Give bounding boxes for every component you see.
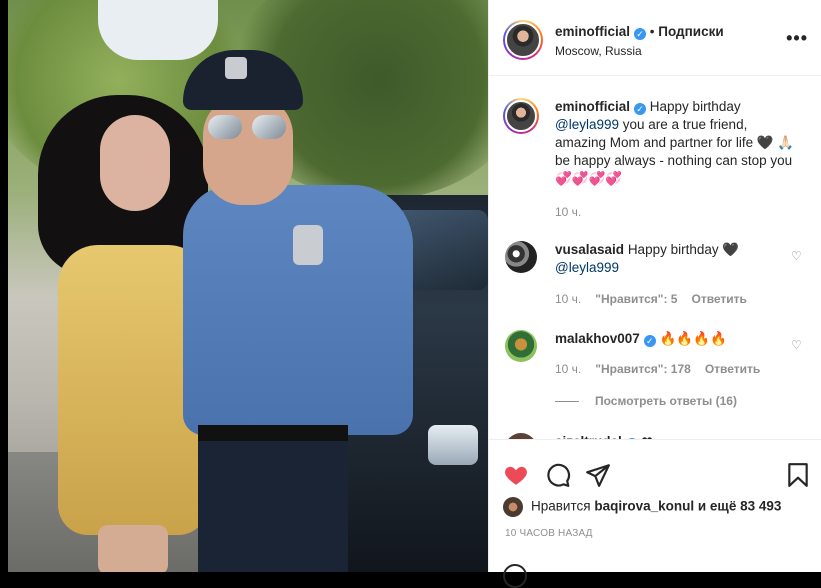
man-badge: [293, 225, 323, 265]
view-replies-button[interactable]: Посмотреть ответы (16): [555, 394, 737, 408]
add-comment-icon[interactable]: [503, 564, 527, 588]
heart-outline-icon[interactable]: ♡: [791, 249, 803, 263]
man-belt: [198, 425, 348, 441]
caption-time: 10 ч.: [555, 205, 582, 219]
caption-mention[interactable]: @leyla999: [555, 117, 619, 132]
follow-button[interactable]: Подписки: [658, 24, 723, 39]
caption-avatar[interactable]: [505, 100, 537, 132]
lens-left: [208, 115, 242, 139]
replies-dash: [555, 401, 579, 403]
post-actions: Нравится baqirova_konul и ещё 83 493 10 …: [489, 439, 821, 588]
comment-body: 🔥🔥🔥🔥: [659, 331, 727, 346]
caption-username[interactable]: eminofficial: [555, 99, 630, 114]
lens-right: [252, 115, 286, 139]
man-cap-badge: [225, 57, 247, 79]
liker-avatar: [503, 497, 523, 517]
heart-filled-icon[interactable]: [503, 462, 529, 488]
woman-legs: [98, 525, 168, 572]
author-avatar-ring[interactable]: [503, 20, 543, 60]
woman-face: [100, 115, 170, 211]
comments-list[interactable]: eminofficial ✓ Happy birthday @leyla999 y…: [489, 76, 821, 439]
share-icon[interactable]: [585, 462, 611, 488]
comment-meta: 10 ч. "Нравится": 178 Ответить: [555, 362, 760, 376]
header-line: eminofficial ✓ • Подписки: [555, 24, 724, 40]
verified-icon: ✓: [634, 103, 647, 115]
comment-avatar[interactable]: [505, 241, 537, 273]
comment-mention[interactable]: @leyla999: [555, 260, 619, 275]
comment-icon[interactable]: [545, 462, 571, 488]
caption-avatar-ring[interactable]: [503, 98, 539, 134]
comment-time: 10 ч.: [555, 292, 582, 306]
reply-button[interactable]: Ответить: [705, 362, 760, 376]
man-face: [203, 95, 293, 205]
caption-text-before: Happy birthday: [649, 99, 741, 114]
comment-body: Happy birthday 🖤: [627, 242, 740, 257]
more-icon[interactable]: •••: [786, 28, 808, 49]
man-pants: [198, 430, 348, 572]
man-shirt: [183, 185, 413, 435]
likes-prefix: Нравится: [531, 498, 591, 514]
comment-username[interactable]: malakhov007: [555, 331, 640, 346]
verified-icon: ✓: [643, 335, 656, 347]
post-photo[interactable]: [8, 0, 488, 572]
comment-username[interactable]: vusalasaid: [555, 242, 624, 257]
header-separator: •: [649, 24, 655, 39]
photo-man: [183, 45, 413, 572]
comment-text: malakhov007 ✓ 🔥🔥🔥🔥: [555, 330, 795, 348]
view-replies-label: Посмотреть ответы (16): [595, 394, 737, 408]
comment-likes[interactable]: "Нравится": 5: [595, 292, 677, 306]
comment-meta: 10 ч. "Нравится": 5 Ответить: [555, 292, 747, 306]
post-side-panel: eminofficial ✓ • Подписки Moscow, Russia …: [488, 0, 821, 588]
post-time: 10 ЧАСОВ НАЗАД: [505, 528, 593, 539]
car-headlight: [428, 425, 478, 465]
likes-summary[interactable]: Нравится baqirova_konul и ещё 83 493: [503, 497, 781, 517]
heart-outline-icon[interactable]: ♡: [791, 338, 803, 352]
comment-text: vusalasaid Happy birthday 🖤 @leyla999: [555, 241, 795, 277]
comment-avatar[interactable]: [505, 330, 537, 362]
reply-button[interactable]: Ответить: [691, 292, 746, 306]
bookmark-icon[interactable]: [785, 462, 811, 488]
author-avatar[interactable]: [505, 22, 541, 58]
caption-text: eminofficial ✓ Happy birthday @leyla999 y…: [555, 98, 795, 188]
likes-count[interactable]: и ещё 83 493: [694, 499, 782, 514]
comment-likes[interactable]: "Нравится": 178: [595, 362, 691, 376]
verified-icon: ✓: [634, 28, 647, 40]
comment-time: 10 ч.: [555, 362, 582, 376]
liker-username[interactable]: baqirova_konul: [594, 499, 694, 514]
post-header: eminofficial ✓ • Подписки Moscow, Russia …: [489, 0, 821, 76]
post-location[interactable]: Moscow, Russia: [555, 44, 642, 58]
man-sunglasses: [208, 115, 288, 139]
author-username[interactable]: eminofficial: [555, 24, 630, 39]
